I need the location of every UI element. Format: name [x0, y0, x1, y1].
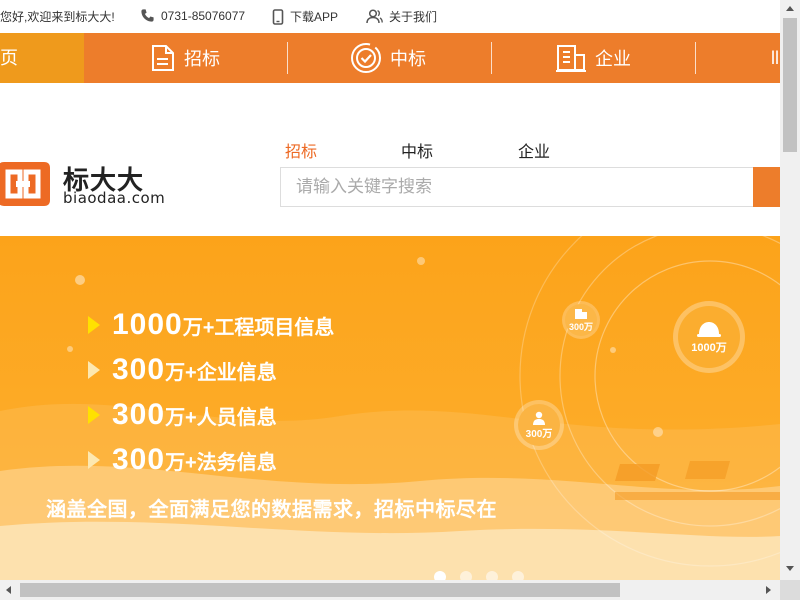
download-app-link[interactable]: 下载APP [272, 8, 338, 25]
download-app-label: 下载APP [290, 10, 339, 24]
page-viewport: 您好,欢迎来到标大大! 0731-85076077 下载APP 关于我们 页 招… [0, 0, 780, 580]
phone-number: 0731-85076077 [161, 8, 246, 23]
badge-label: 300万 [525, 428, 553, 440]
search-box [280, 167, 753, 207]
phone-contact: 0731-85076077 [140, 8, 245, 23]
bullet-arrow-icon [88, 406, 100, 424]
scrollbar-corner [780, 580, 800, 600]
search-input[interactable] [281, 168, 753, 206]
vertical-scrollbar[interactable] [780, 0, 800, 580]
badge-label: 300万 [568, 321, 594, 332]
stat-text: 万+人员信息 [165, 406, 277, 429]
target-check-icon [351, 43, 381, 73]
stat-number: 1000 [112, 308, 183, 341]
search-button[interactable] [753, 167, 780, 207]
phone-icon [141, 9, 154, 22]
scroll-up-arrow-icon[interactable] [786, 6, 794, 11]
badge-projects: 1000万 [678, 306, 740, 368]
stat-number: 300 [112, 443, 166, 476]
building-icon [556, 45, 586, 72]
nav-item-enterprise[interactable]: 企业 [555, 33, 631, 83]
search-tab-enterprise[interactable]: 企业 [518, 138, 550, 162]
carousel-dot[interactable] [460, 571, 472, 580]
scroll-left-arrow-icon[interactable] [6, 586, 11, 594]
document-icon [152, 45, 174, 71]
carousel-dot[interactable] [486, 571, 498, 580]
nav-divider [287, 42, 288, 74]
bullet-arrow-icon [88, 316, 100, 334]
nav-item-partial[interactable]: ll [771, 33, 779, 83]
banner-stat-legal: 300 万+法务信息 [88, 443, 277, 477]
badge-personnel: 300万 [518, 404, 560, 446]
vertical-scroll-thumb[interactable] [783, 18, 797, 152]
nav-divider [695, 42, 696, 74]
promo-banner[interactable]: 1000 万+工程项目信息 300 万+企业信息 300 万+人员信息 300 … [0, 236, 780, 580]
nav-tender-label: 招标 [184, 49, 220, 69]
search-tab-winning-bid[interactable]: 中标 [401, 138, 433, 162]
carousel-indicators [434, 571, 538, 580]
badge-label: 1000万 [691, 342, 727, 354]
users-icon [366, 9, 383, 24]
stat-text: 万+企业信息 [165, 361, 277, 384]
banner-stat-personnel: 300 万+人员信息 [88, 398, 277, 432]
search-tab-tender[interactable]: 招标 [285, 138, 317, 162]
nav-enterprise-label: 企业 [595, 49, 631, 69]
nav-item-tender[interactable]: 招标 [150, 33, 220, 83]
person-icon [533, 411, 545, 425]
greeting-text: 您好,欢迎来到标大大! [0, 10, 115, 24]
about-us-label: 关于我们 [389, 10, 438, 24]
banner-stat-enterprises: 300 万+企业信息 [88, 353, 277, 387]
top-info-bar: 您好,欢迎来到标大大! 0731-85076077 下载APP 关于我们 [0, 0, 780, 33]
carousel-dot[interactable] [434, 571, 446, 580]
stat-text: 万+工程项目信息 [182, 316, 335, 339]
horizontal-scrollbar[interactable] [0, 580, 780, 600]
helmet-icon [697, 322, 721, 337]
site-logo[interactable]: 标大大 biaodaa.com [0, 158, 170, 210]
carousel-dot[interactable] [512, 571, 524, 580]
banner-slogan: 涵盖全国，全面满足您的数据需求，招标中标尽在 [46, 499, 497, 521]
nav-home-label: 首页 [0, 48, 18, 68]
stat-number: 300 [112, 398, 166, 431]
main-nav: 首页 招标 中标 [0, 33, 780, 83]
banner-stat-projects: 1000 万+工程项目信息 [88, 308, 334, 342]
nav-item-winning-bid[interactable]: 中标 [350, 33, 426, 83]
logo-mark-icon [0, 162, 50, 206]
stat-number: 300 [112, 353, 166, 386]
stat-text: 万+法务信息 [165, 451, 277, 474]
nav-winning-bid-label: 中标 [390, 49, 426, 69]
logo-domain: biaodaa.com [63, 189, 166, 207]
nav-divider [491, 42, 492, 74]
horizontal-scroll-thumb[interactable] [20, 583, 620, 597]
about-us-link[interactable]: 关于我们 [366, 8, 437, 25]
greeting: 您好,欢迎来到标大大! [0, 8, 115, 25]
badge-enterprises: 300万 [565, 304, 597, 336]
nav-partial-label: ll [771, 47, 779, 68]
building-icon [575, 308, 587, 319]
scroll-down-arrow-icon[interactable] [786, 566, 794, 571]
mobile-phone-icon [272, 8, 284, 25]
scroll-right-arrow-icon[interactable] [766, 586, 771, 594]
bullet-arrow-icon [88, 451, 100, 469]
bullet-arrow-icon [88, 361, 100, 379]
nav-item-home[interactable]: 首页 [0, 33, 84, 83]
